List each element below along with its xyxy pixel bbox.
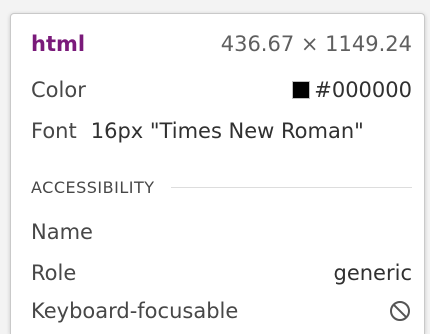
name-label: Name [31,220,93,244]
role-row: Role generic [31,260,412,286]
section-divider [170,186,412,188]
focusable-row: Keyboard-focusable [31,298,412,324]
accessibility-section-title: ACCESSIBILITY [31,177,155,197]
header-row: html 436.67 × 1149.24 [31,31,412,57]
font-label: Font [31,119,77,143]
element-dimensions: 436.67 × 1149.24 [220,32,412,56]
color-label: Color [31,78,86,102]
name-row: Name [31,219,412,245]
accessibility-section-header: ACCESSIBILITY [31,175,412,199]
color-value-group: #000000 [292,77,412,103]
color-row: Color #000000 [31,77,412,103]
focusable-label: Keyboard-focusable [31,299,239,323]
not-allowed-icon [388,299,412,323]
font-row: Font 16px "Times New Roman" [31,118,412,144]
role-value: generic [333,261,413,285]
color-swatch [292,81,311,99]
role-label: Role [31,261,77,285]
inspect-tooltip: html 436.67 × 1149.24 Color #000000 Font… [10,13,425,334]
color-value: #000000 [314,78,412,102]
element-tag-name: html [31,32,86,56]
font-value: 16px "Times New Roman" [90,119,364,143]
